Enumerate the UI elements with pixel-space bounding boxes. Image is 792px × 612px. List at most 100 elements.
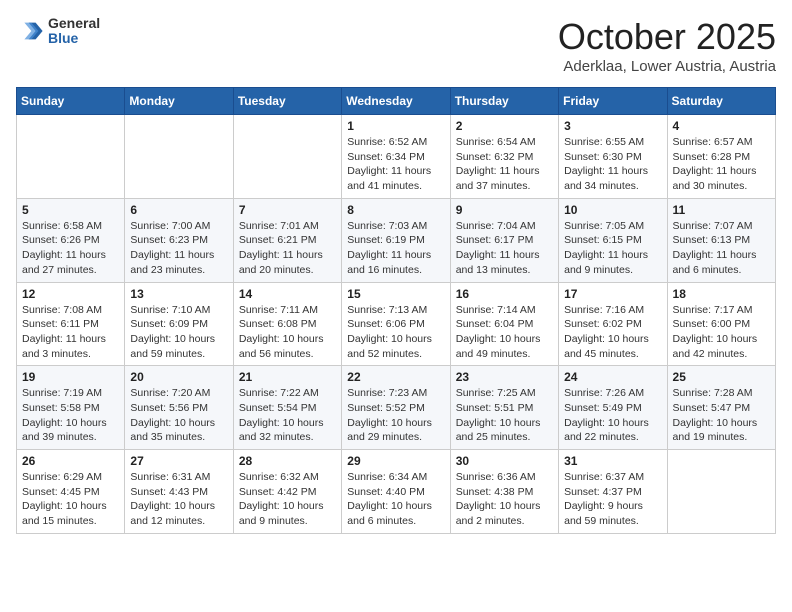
calendar-cell: 2 Sunrise: 6:54 AM Sunset: 6:32 PM Daylig… <box>450 115 558 199</box>
calendar-cell: 12 Sunrise: 7:08 AM Sunset: 6:11 PM Dayli… <box>17 282 125 366</box>
calendar-cell: 16Sunrise: 7:14 AM Sunset: 6:04 PM Dayli… <box>450 282 558 366</box>
day-info: Sunrise: 7:00 AM Sunset: 6:23 PM Dayligh… <box>130 219 227 278</box>
day-info: Sunrise: 6:29 AM Sunset: 4:45 PM Dayligh… <box>22 470 119 529</box>
day-number: 29 <box>347 454 444 468</box>
day-info: Sunrise: 6:34 AM Sunset: 4:40 PM Dayligh… <box>347 470 444 529</box>
day-number: 9 <box>456 203 553 217</box>
day-number: 14 <box>239 287 336 301</box>
calendar-cell: 14 Sunrise: 7:11 AM Sunset: 6:08 PM Dayli… <box>233 282 341 366</box>
weekday-header: Saturday <box>667 88 775 115</box>
weekday-header: Sunday <box>17 88 125 115</box>
day-info: Sunrise: 6:31 AM Sunset: 4:43 PM Dayligh… <box>130 470 227 529</box>
day-info: Sunrise: 6:58 AM Sunset: 6:26 PM Dayligh… <box>22 219 119 278</box>
day-info: Sunrise: 7:05 AM Sunset: 6:15 PM Dayligh… <box>564 219 661 278</box>
day-number: 28 <box>239 454 336 468</box>
calendar-cell: 15 Sunrise: 7:13 AM Sunset: 6:06 PM Dayli… <box>342 282 450 366</box>
day-number: 4 <box>673 119 770 133</box>
day-number: 18 <box>673 287 770 301</box>
day-number: 25 <box>673 370 770 384</box>
calendar-week-row: 12 Sunrise: 7:08 AM Sunset: 6:11 PM Dayli… <box>17 282 776 366</box>
calendar-cell <box>667 450 775 534</box>
day-info: Sunrise: 6:55 AM Sunset: 6:30 PM Dayligh… <box>564 135 661 194</box>
day-number: 21 <box>239 370 336 384</box>
calendar-cell: 21Sunrise: 7:22 AM Sunset: 5:54 PM Dayli… <box>233 366 341 450</box>
day-info: Sunrise: 7:20 AM Sunset: 5:56 PM Dayligh… <box>130 386 227 445</box>
day-info: Sunrise: 7:17 AM Sunset: 6:00 PM Dayligh… <box>673 303 770 362</box>
calendar-cell: 18 Sunrise: 7:17 AM Sunset: 6:00 PM Dayli… <box>667 282 775 366</box>
calendar-cell: 6 Sunrise: 7:00 AM Sunset: 6:23 PM Daylig… <box>125 198 233 282</box>
calendar-cell: 24 Sunrise: 7:26 AM Sunset: 5:49 PM Dayli… <box>559 366 667 450</box>
calendar-table: SundayMondayTuesdayWednesdayThursdayFrid… <box>16 87 776 534</box>
day-number: 2 <box>456 119 553 133</box>
calendar-cell: 28 Sunrise: 6:32 AM Sunset: 4:42 PM Dayli… <box>233 450 341 534</box>
day-number: 1 <box>347 119 444 133</box>
calendar-cell: 7Sunrise: 7:01 AM Sunset: 6:21 PM Daylig… <box>233 198 341 282</box>
day-info: Sunrise: 7:28 AM Sunset: 5:47 PM Dayligh… <box>673 386 770 445</box>
day-info: Sunrise: 6:32 AM Sunset: 4:42 PM Dayligh… <box>239 470 336 529</box>
calendar-cell <box>17 115 125 199</box>
page-header: General Blue October 2025 Aderklaa, Lowe… <box>16 16 776 75</box>
day-info: Sunrise: 7:13 AM Sunset: 6:06 PM Dayligh… <box>347 303 444 362</box>
weekday-header-row: SundayMondayTuesdayWednesdayThursdayFrid… <box>17 88 776 115</box>
logo-icon <box>16 17 44 45</box>
day-info: Sunrise: 7:26 AM Sunset: 5:49 PM Dayligh… <box>564 386 661 445</box>
day-number: 19 <box>22 370 119 384</box>
day-number: 6 <box>130 203 227 217</box>
calendar-cell: 17Sunrise: 7:16 AM Sunset: 6:02 PM Dayli… <box>559 282 667 366</box>
day-number: 8 <box>347 203 444 217</box>
logo-general: General <box>48 16 100 31</box>
day-number: 5 <box>22 203 119 217</box>
day-info: Sunrise: 6:57 AM Sunset: 6:28 PM Dayligh… <box>673 135 770 194</box>
day-number: 26 <box>22 454 119 468</box>
calendar-cell: 4 Sunrise: 6:57 AM Sunset: 6:28 PM Daylig… <box>667 115 775 199</box>
calendar-cell: 3Sunrise: 6:55 AM Sunset: 6:30 PM Daylig… <box>559 115 667 199</box>
day-info: Sunrise: 6:37 AM Sunset: 4:37 PM Dayligh… <box>564 470 661 529</box>
day-info: Sunrise: 7:23 AM Sunset: 5:52 PM Dayligh… <box>347 386 444 445</box>
calendar-cell: 22 Sunrise: 7:23 AM Sunset: 5:52 PM Dayli… <box>342 366 450 450</box>
day-info: Sunrise: 7:03 AM Sunset: 6:19 PM Dayligh… <box>347 219 444 278</box>
calendar-cell: 19Sunrise: 7:19 AM Sunset: 5:58 PM Dayli… <box>17 366 125 450</box>
day-number: 30 <box>456 454 553 468</box>
day-number: 12 <box>22 287 119 301</box>
day-info: Sunrise: 7:07 AM Sunset: 6:13 PM Dayligh… <box>673 219 770 278</box>
day-number: 11 <box>673 203 770 217</box>
calendar-cell <box>233 115 341 199</box>
calendar-cell: 26 Sunrise: 6:29 AM Sunset: 4:45 PM Dayli… <box>17 450 125 534</box>
day-number: 24 <box>564 370 661 384</box>
day-number: 13 <box>130 287 227 301</box>
day-info: Sunrise: 7:04 AM Sunset: 6:17 PM Dayligh… <box>456 219 553 278</box>
day-info: Sunrise: 7:08 AM Sunset: 6:11 PM Dayligh… <box>22 303 119 362</box>
day-number: 16 <box>456 287 553 301</box>
day-info: Sunrise: 7:25 AM Sunset: 5:51 PM Dayligh… <box>456 386 553 445</box>
calendar-cell: 30Sunrise: 6:36 AM Sunset: 4:38 PM Dayli… <box>450 450 558 534</box>
weekday-header: Tuesday <box>233 88 341 115</box>
calendar-cell: 25 Sunrise: 7:28 AM Sunset: 5:47 PM Dayli… <box>667 366 775 450</box>
weekday-header: Thursday <box>450 88 558 115</box>
weekday-header: Wednesday <box>342 88 450 115</box>
calendar-week-row: 19Sunrise: 7:19 AM Sunset: 5:58 PM Dayli… <box>17 366 776 450</box>
calendar-cell: 8 Sunrise: 7:03 AM Sunset: 6:19 PM Daylig… <box>342 198 450 282</box>
calendar-cell: 23Sunrise: 7:25 AM Sunset: 5:51 PM Dayli… <box>450 366 558 450</box>
calendar-week-row: 26 Sunrise: 6:29 AM Sunset: 4:45 PM Dayli… <box>17 450 776 534</box>
day-number: 31 <box>564 454 661 468</box>
calendar-week-row: 5 Sunrise: 6:58 AM Sunset: 6:26 PM Daylig… <box>17 198 776 282</box>
calendar-cell: 27Sunrise: 6:31 AM Sunset: 4:43 PM Dayli… <box>125 450 233 534</box>
calendar-cell: 29 Sunrise: 6:34 AM Sunset: 4:40 PM Dayli… <box>342 450 450 534</box>
logo-blue: Blue <box>48 31 100 46</box>
day-number: 10 <box>564 203 661 217</box>
calendar-cell: 20Sunrise: 7:20 AM Sunset: 5:56 PM Dayli… <box>125 366 233 450</box>
day-info: Sunrise: 6:54 AM Sunset: 6:32 PM Dayligh… <box>456 135 553 194</box>
location: Aderklaa, Lower Austria, Austria <box>558 58 776 75</box>
calendar-cell: 13Sunrise: 7:10 AM Sunset: 6:09 PM Dayli… <box>125 282 233 366</box>
calendar-cell: 5 Sunrise: 6:58 AM Sunset: 6:26 PM Daylig… <box>17 198 125 282</box>
calendar-cell: 9 Sunrise: 7:04 AM Sunset: 6:17 PM Daylig… <box>450 198 558 282</box>
day-number: 7 <box>239 203 336 217</box>
day-number: 22 <box>347 370 444 384</box>
calendar-cell: 31 Sunrise: 6:37 AM Sunset: 4:37 PM Dayli… <box>559 450 667 534</box>
day-number: 15 <box>347 287 444 301</box>
day-info: Sunrise: 7:11 AM Sunset: 6:08 PM Dayligh… <box>239 303 336 362</box>
logo: General Blue <box>16 16 100 47</box>
month-title: October 2025 <box>558 16 776 58</box>
calendar-cell: 10 Sunrise: 7:05 AM Sunset: 6:15 PM Dayli… <box>559 198 667 282</box>
calendar-cell: 1Sunrise: 6:52 AM Sunset: 6:34 PM Daylig… <box>342 115 450 199</box>
